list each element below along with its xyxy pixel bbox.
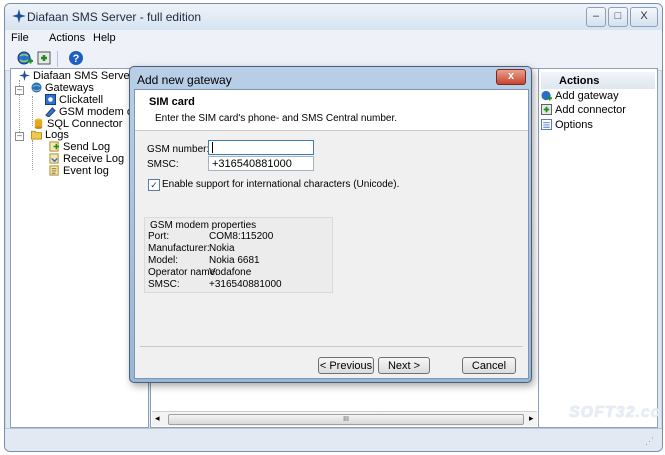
tree-item-label: Gateways xyxy=(45,82,94,94)
prop-manufacturer-label: Manufacturer: xyxy=(148,243,210,254)
maximize-button[interactable]: □ xyxy=(608,7,628,27)
prop-port-value: COM8:115200 xyxy=(209,231,274,242)
send-log-icon xyxy=(49,141,60,152)
clickatell-icon xyxy=(45,94,56,105)
event-log-icon xyxy=(49,165,59,176)
tree-item-label: Send Log xyxy=(63,141,111,153)
status-bar xyxy=(5,428,662,451)
connector-add-icon xyxy=(541,104,552,115)
smsc-label: SMSC: xyxy=(147,159,179,170)
toolbar-separator xyxy=(57,51,58,67)
watermark: SOFT32.com xyxy=(569,404,662,421)
tree-item-label: Receive Log xyxy=(63,153,125,165)
tree-item-clickatell[interactable]: Clickatell xyxy=(45,94,103,106)
gsm-number-label: GSM number: xyxy=(147,144,210,155)
section-title: SIM card xyxy=(149,96,195,108)
properties-title: GSM modem properties xyxy=(150,220,257,231)
tree-item-label: Clickatell xyxy=(59,94,104,106)
globe-icon xyxy=(31,82,42,93)
add-connector-toolbar-icon[interactable] xyxy=(36,50,52,66)
tree-item-label: Event log xyxy=(63,165,109,177)
dialog-header: SIM card Enter the SIM card's phone- and… xyxy=(135,90,528,131)
database-icon xyxy=(34,118,43,129)
tree-item-label: Diafaan SMS Server xyxy=(33,70,134,82)
prop-smsc-label: SMSC: xyxy=(148,279,180,290)
menu-file[interactable]: File xyxy=(11,32,29,44)
tree-item-root[interactable]: Diafaan SMS Server xyxy=(19,70,133,82)
tree-item-logs[interactable]: Logs xyxy=(31,129,69,141)
scroll-thumb[interactable]: III xyxy=(168,414,524,425)
horizontal-scrollbar[interactable]: ◂ III ▸ xyxy=(152,411,537,426)
help-icon[interactable]: ? xyxy=(68,50,84,66)
expander-gateways[interactable]: – xyxy=(15,86,24,95)
prop-port-label: Port: xyxy=(148,231,170,242)
actions-heading-label: Actions xyxy=(559,75,600,87)
add-gateway-toolbar-icon[interactable] xyxy=(17,50,33,66)
unicode-label: Enable support for international charact… xyxy=(162,179,400,190)
tree-item-event-log[interactable]: Event log xyxy=(49,165,109,177)
gsm-modem-properties-group: GSM modem properties Port: COM8:115200 M… xyxy=(144,217,333,293)
dialog-separator xyxy=(140,346,523,347)
scroll-right-arrow[interactable]: ▸ xyxy=(529,413,534,424)
prop-operator-value: Vodafone xyxy=(209,267,252,278)
action-add-gateway[interactable]: Add gateway xyxy=(541,90,619,102)
prop-model-value: Nokia 6681 xyxy=(209,255,260,266)
text-cursor xyxy=(212,142,213,153)
previous-button[interactable]: < Previous xyxy=(318,357,374,374)
prop-operator-label: Operator name: xyxy=(148,267,219,278)
receive-log-icon xyxy=(49,153,59,164)
resize-grip-icon[interactable]: ⋰ xyxy=(645,436,654,447)
globe-add-icon xyxy=(541,90,552,101)
close-button[interactable]: X xyxy=(630,7,658,27)
menu-actions[interactable]: Actions xyxy=(49,32,85,44)
add-gateway-dialog: Add new gateway x SIM card Enter the SIM… xyxy=(129,66,532,383)
tree-item-label: Logs xyxy=(45,129,69,141)
tree-item-gateways[interactable]: Gateways xyxy=(31,82,94,94)
prop-model-label: Model: xyxy=(148,255,179,266)
next-button[interactable]: Next > xyxy=(378,357,430,374)
action-options[interactable]: Options xyxy=(541,119,593,131)
folder-icon xyxy=(31,130,42,140)
prop-manufacturer-value: Nokia xyxy=(209,243,235,254)
prop-smsc-value: +316540881000 xyxy=(209,279,282,290)
gsm-number-input[interactable] xyxy=(208,140,314,155)
action-label: Add gateway xyxy=(555,90,619,102)
smsc-input[interactable]: +316540881000 xyxy=(208,156,314,171)
expander-logs[interactable]: – xyxy=(15,132,24,141)
dialog-close-button[interactable]: x xyxy=(496,69,526,85)
app-star-icon xyxy=(12,9,26,23)
window-title: Diafaan SMS Server - full edition xyxy=(27,10,202,24)
options-icon xyxy=(541,119,552,130)
minimize-button[interactable]: – xyxy=(586,7,606,27)
scroll-left-arrow[interactable]: ◂ xyxy=(155,413,160,424)
modem-icon xyxy=(45,107,56,117)
tree-item-receive-log[interactable]: Receive Log xyxy=(49,153,124,165)
svg-text:?: ? xyxy=(73,53,80,65)
action-label: Options xyxy=(555,119,593,131)
app-star-icon xyxy=(19,70,30,81)
actions-heading: Actions xyxy=(541,72,655,89)
menu-help[interactable]: Help xyxy=(93,32,116,44)
unicode-checkbox[interactable]: ✓ xyxy=(148,179,160,191)
dialog-title: Add new gateway xyxy=(137,73,232,87)
action-add-connector[interactable]: Add connector xyxy=(541,104,626,116)
tree-item-send-log[interactable]: Send Log xyxy=(49,141,110,153)
dialog-body: SIM card Enter the SIM card's phone- and… xyxy=(134,89,529,379)
section-description: Enter the SIM card's phone- and SMS Cent… xyxy=(155,113,398,124)
action-label: Add connector xyxy=(555,104,626,116)
cancel-button[interactable]: Cancel xyxy=(462,357,516,374)
